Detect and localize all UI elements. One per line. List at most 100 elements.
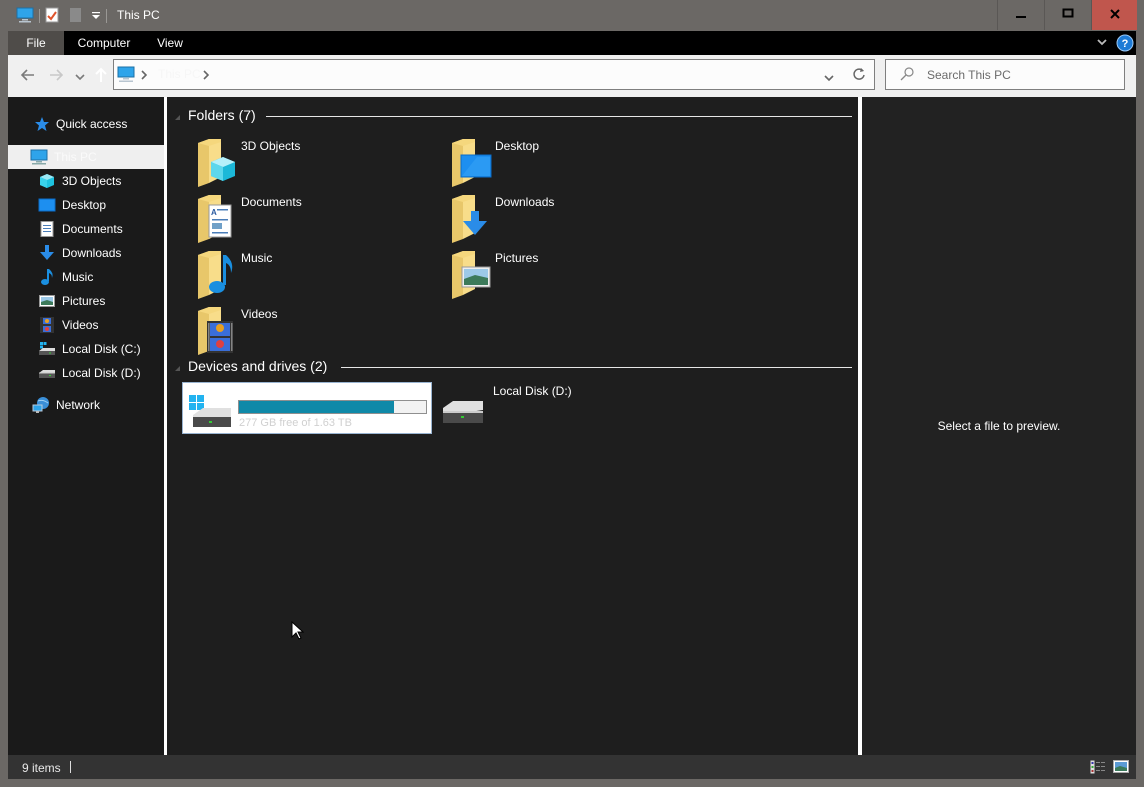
nav-label: Desktop [62, 198, 107, 212]
new-folder-icon[interactable] [69, 7, 83, 26]
folder-item-downloads[interactable]: Downloads [431, 193, 681, 245]
forward-button[interactable] [48, 68, 64, 85]
nav-item-local-disk-c[interactable]: Local Disk (C:) [38, 338, 141, 360]
3d-objects-folder-icon [195, 137, 241, 187]
mouse-cursor-icon [291, 620, 305, 644]
large-icons-view-icon[interactable] [1113, 760, 1129, 776]
recent-locations-button[interactable] [75, 70, 85, 84]
pictures-icon [38, 292, 56, 310]
folder-item-videos[interactable]: Videos [177, 305, 427, 357]
svg-text:?: ? [1122, 38, 1129, 50]
status-separator [70, 761, 71, 773]
folder-label: Documents [241, 195, 302, 209]
search-icon [900, 67, 914, 84]
nav-item-pictures[interactable]: Pictures [38, 290, 105, 312]
nav-label: Quick access [56, 117, 128, 131]
separator [106, 9, 107, 23]
drive-usage-bar [238, 400, 427, 414]
drive-label: Local Disk (D:) [493, 384, 572, 398]
separator [39, 9, 40, 23]
tab-view[interactable]: View [144, 31, 196, 55]
pictures-folder-icon [449, 249, 495, 299]
folder-item-3d-objects[interactable]: 3D Objects [177, 137, 427, 189]
folder-label: Downloads [495, 195, 555, 209]
group-header-folders[interactable]: Folders (7) [175, 105, 256, 125]
address-bar[interactable]: This PC [113, 59, 875, 90]
nav-label: Downloads [62, 246, 122, 260]
videos-icon [38, 316, 56, 334]
nav-item-local-disk-d[interactable]: Local Disk (D:) [38, 362, 141, 384]
search-box[interactable]: Search This PC [885, 59, 1125, 90]
item-count: 9 items [22, 761, 61, 775]
tab-computer[interactable]: Computer [66, 31, 142, 55]
preview-pane: Select a file to preview. [862, 97, 1136, 755]
drive-label: Local Disk (C:) [239, 385, 318, 399]
breadcrumb-chevron-icon[interactable] [203, 69, 210, 83]
navigation-bar: This PC Search This PC [8, 55, 1136, 97]
nav-item-documents[interactable]: Documents [38, 218, 123, 240]
group-divider [266, 116, 852, 117]
nav-item-downloads[interactable]: Downloads [38, 242, 121, 264]
customize-qat-icon[interactable] [91, 9, 101, 24]
this-pc-icon [117, 66, 135, 86]
documents-folder-icon: A [195, 193, 241, 243]
downloads-folder-icon [449, 193, 495, 243]
tab-file[interactable]: File [8, 31, 64, 55]
title-bar: This PC [0, 0, 1144, 31]
status-bar: 9 items [8, 755, 1136, 779]
breadcrumb-this-pc[interactable]: This PC [158, 67, 201, 81]
music-icon [38, 268, 56, 286]
collapse-triangle-icon [175, 114, 180, 120]
group-title: Devices and drives (2) [188, 358, 328, 374]
desktop-icon [38, 196, 56, 214]
desktop-folder-icon [449, 137, 495, 187]
folder-label: 3D Objects [241, 139, 301, 153]
nav-network[interactable]: Network [32, 394, 100, 416]
folder-item-desktop[interactable]: Desktop [431, 137, 681, 189]
group-header-drives[interactable]: Devices and drives (2) [175, 356, 327, 376]
nav-label: Pictures [62, 294, 106, 308]
refresh-icon[interactable] [852, 67, 866, 84]
nav-item-videos[interactable]: Videos [38, 314, 98, 336]
maximize-button[interactable] [1044, 0, 1091, 30]
details-view-icon[interactable] [1090, 760, 1106, 777]
breadcrumb-chevron-icon[interactable] [141, 69, 148, 83]
help-icon[interactable]: ? [1116, 34, 1134, 55]
collapse-triangle-icon [175, 365, 180, 371]
nav-label: Local Disk (C:) [62, 342, 141, 356]
nav-label: 3D Objects [62, 174, 122, 188]
window-title: This PC [117, 8, 160, 22]
folder-label: Videos [241, 307, 278, 321]
nav-item-music[interactable]: Music [38, 266, 93, 288]
nav-item-desktop[interactable]: Desktop [38, 194, 106, 216]
downloads-icon [38, 244, 56, 262]
folder-item-music[interactable]: Music [177, 249, 427, 301]
drive-tile-d[interactable]: Local Disk (D:) [437, 382, 687, 434]
properties-icon[interactable] [45, 7, 59, 26]
nav-quick-access[interactable]: Quick access [32, 113, 127, 135]
file-explorer-window: This PC File Computer View ? This PC Sea… [0, 0, 1144, 787]
expand-ribbon-icon[interactable] [1096, 36, 1108, 51]
minimize-button[interactable] [997, 0, 1044, 30]
this-pc-icon [30, 148, 48, 166]
folder-item-documents[interactable]: A Documents [177, 193, 427, 245]
nav-this-pc[interactable]: This PC [30, 146, 97, 168]
nav-label: Documents [62, 222, 123, 236]
address-dropdown-icon[interactable] [824, 71, 834, 85]
drive-tile-c[interactable]: Local Disk (C:) 277 GB free of 1.63 TB [182, 382, 432, 434]
nav-label: Local Disk (D:) [62, 366, 141, 380]
up-button[interactable] [94, 67, 108, 86]
folder-item-pictures[interactable]: Pictures [431, 249, 681, 301]
documents-icon [38, 220, 56, 238]
back-button[interactable] [20, 68, 36, 85]
content-pane: Folders (7) 3D Objects Desktop A Documents D… [167, 97, 858, 755]
this-pc-icon[interactable] [16, 7, 34, 26]
close-button[interactable] [1091, 0, 1137, 30]
nav-label: Music [62, 270, 94, 284]
folder-label: Desktop [495, 139, 540, 153]
3d-objects-icon [38, 172, 56, 190]
nav-label: Network [56, 398, 101, 412]
nav-item-3d-objects[interactable]: 3D Objects [38, 170, 121, 192]
system-drive-icon [38, 340, 56, 358]
quick-access-star-icon [32, 115, 50, 133]
